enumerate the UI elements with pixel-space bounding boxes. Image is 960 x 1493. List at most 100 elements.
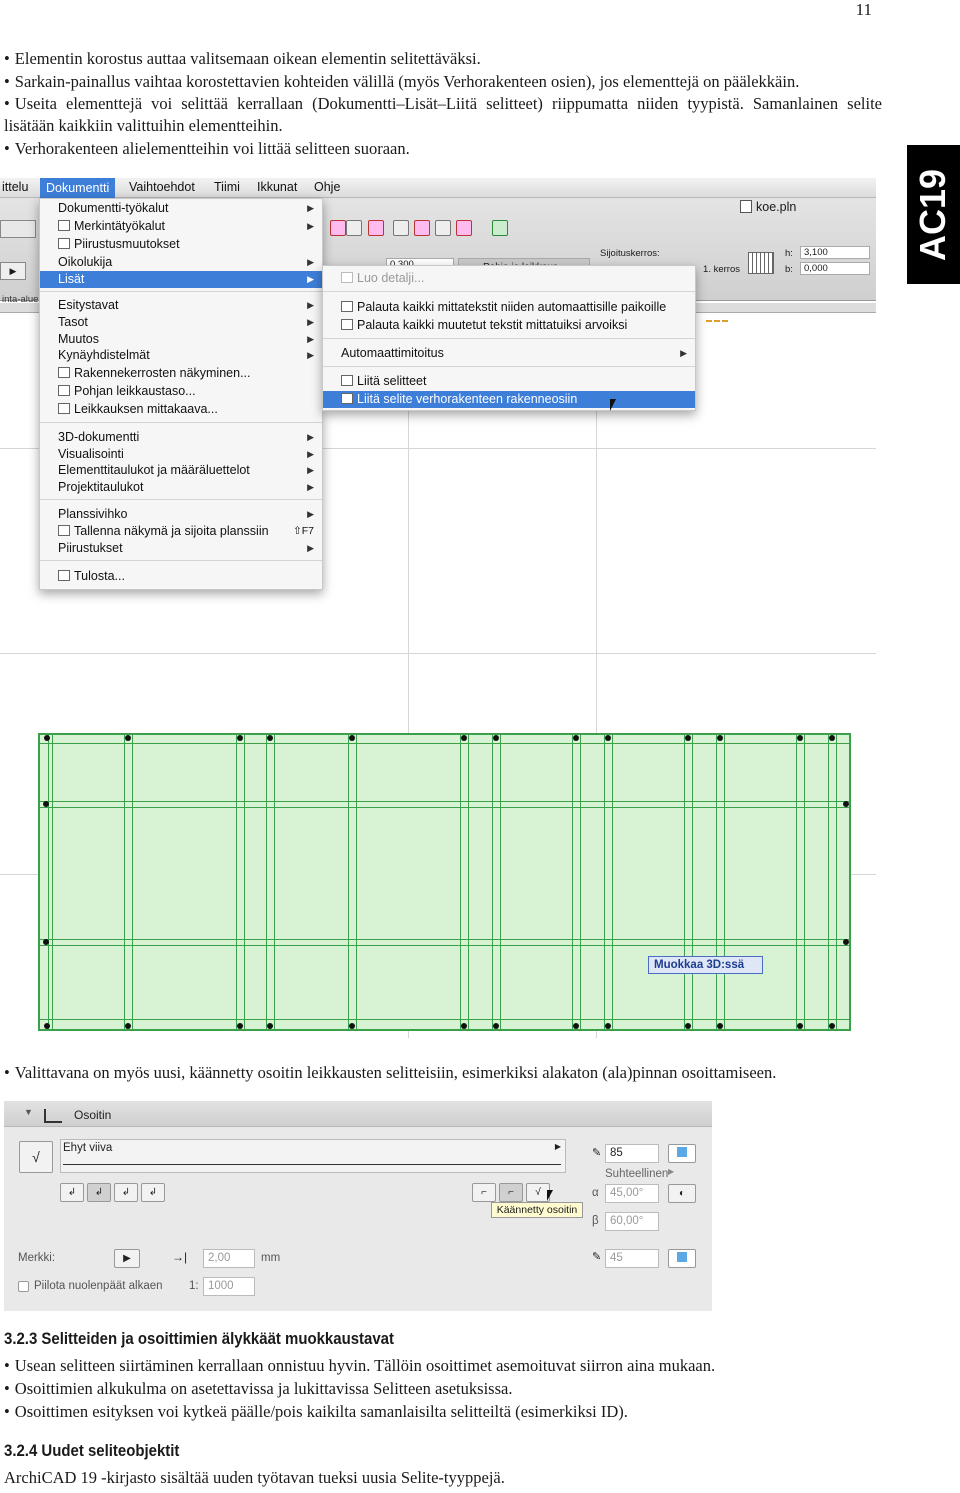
proportional-arrow-icon[interactable]: ▶ xyxy=(668,1167,674,1176)
collapse-triangle-icon[interactable]: ▼ xyxy=(24,1107,33,1117)
menu-item-elementtitaulukot[interactable]: Elementtitaulukot ja määräluettelot ▶ xyxy=(40,462,322,479)
node[interactable] xyxy=(797,735,803,741)
node[interactable] xyxy=(685,1023,691,1029)
menu-item-oikolukija[interactable]: Oikolukija ▶ xyxy=(40,254,322,271)
node[interactable] xyxy=(685,735,691,741)
tool-icon[interactable] xyxy=(414,220,430,236)
menu-item-tallenna-nakyma[interactable]: Tallenna näkymä ja sijoita planssiin ⇧F7 xyxy=(40,523,322,540)
menu-item-palauta-muutetut-tekstit[interactable]: Palauta kaikki muutetut tekstit mittatui… xyxy=(323,317,695,334)
menu-item-liita-selite-verhorakenteen[interactable]: Liitä selite verhorakenteen rakenneosiin xyxy=(323,391,695,408)
menu-item-planssivihko[interactable]: Planssivihko ▶ xyxy=(40,506,322,523)
menu-item-projektitaulukot[interactable]: Projektitaulukot ▶ xyxy=(40,479,322,496)
menu-item-esitystavat[interactable]: Esitystavat ▶ xyxy=(40,297,322,314)
tool-icon[interactable] xyxy=(456,220,472,236)
mullion xyxy=(724,735,725,1029)
curtain-wall[interactable] xyxy=(38,733,851,1031)
node[interactable] xyxy=(493,735,499,741)
menu-item-liita-selitteet[interactable]: Liitä selitteet xyxy=(323,373,695,390)
panel-header[interactable]: ▼ Osoitin xyxy=(4,1101,712,1127)
menu-item-automaattimitoitus[interactable]: Automaattimitoitus ▶ xyxy=(323,345,695,362)
node[interactable] xyxy=(237,735,243,741)
node[interactable] xyxy=(843,801,849,807)
menu-item-piirustusmuutokset[interactable]: Piirustusmuutokset xyxy=(40,236,322,253)
menu-item-lisat[interactable]: Lisät ▶ xyxy=(40,271,322,288)
node[interactable] xyxy=(349,735,355,741)
pen-field[interactable]: 85 xyxy=(605,1144,659,1163)
pointer-direction-button[interactable]: ⌐ xyxy=(472,1183,496,1202)
pointer-type-button[interactable]: ↲ xyxy=(141,1183,165,1202)
pen-color-swatch[interactable] xyxy=(668,1144,696,1163)
node[interactable] xyxy=(605,735,611,741)
node[interactable] xyxy=(267,735,273,741)
menu-tiimi[interactable]: Tiimi xyxy=(214,180,240,194)
menu-ohje[interactable]: Ohje xyxy=(314,180,340,194)
menu-item-pohjan-leikkaustaso[interactable]: Pohjan leikkaustaso... xyxy=(40,383,322,400)
menu-item-palauta-mittatekstit[interactable]: Palauta kaikki mittatekstit niiden autom… xyxy=(323,299,695,316)
node[interactable] xyxy=(605,1023,611,1029)
node[interactable] xyxy=(843,939,849,945)
pointer-direction-button[interactable]: ⌐ xyxy=(499,1183,523,1202)
marker-type-button[interactable]: ▶ xyxy=(114,1249,140,1268)
node[interactable] xyxy=(829,735,835,741)
node[interactable] xyxy=(125,1023,131,1029)
pointer-type-button[interactable]: ↲ xyxy=(60,1183,84,1202)
alpha-field[interactable]: 45,00° xyxy=(605,1184,659,1203)
menu-item-kynayhdistelmat[interactable]: Kynäyhdistelmät ▶ xyxy=(40,347,322,364)
beta-field[interactable]: 60,00° xyxy=(605,1212,659,1231)
menu-vaihtoehdot[interactable]: Vaihtoehdot xyxy=(129,180,195,194)
menu-ikkunat[interactable]: Ikkunat xyxy=(257,180,297,194)
marker-pen-field[interactable]: 45 xyxy=(605,1249,659,1268)
b-field[interactable]: 0,000 xyxy=(800,262,870,275)
node[interactable] xyxy=(573,735,579,741)
node[interactable] xyxy=(717,735,723,741)
pet-palette[interactable] xyxy=(0,220,36,238)
marker-pen-swatch[interactable] xyxy=(668,1249,696,1268)
menu-item-leikkauksen-mittakaava[interactable]: Leikkauksen mittakaava... xyxy=(40,401,322,418)
hide-arrowheads-checkbox[interactable] xyxy=(18,1281,29,1292)
pointer-shape-button[interactable]: √ xyxy=(19,1141,53,1173)
node[interactable] xyxy=(797,1023,803,1029)
tool-icon[interactable] xyxy=(435,220,451,236)
angle-lock-button[interactable]: ◐ xyxy=(668,1184,696,1203)
menu-item-3d-dokumentti[interactable]: 3D-dokumentti ▶ xyxy=(40,429,322,446)
node[interactable] xyxy=(461,735,467,741)
menu-ittelu[interactable]: ittelu xyxy=(2,180,28,194)
tool-icon[interactable] xyxy=(492,220,508,236)
menu-item-rakennekerrosten-nakyminen[interactable]: Rakennekerrosten näkyminen... xyxy=(40,365,322,382)
node[interactable] xyxy=(125,735,131,741)
menu-item-merkintatyokalut[interactable]: Merkintätyökalut ▶ xyxy=(40,218,322,235)
marker-size-field[interactable]: 2,00 xyxy=(203,1249,255,1268)
tool-icon[interactable] xyxy=(393,220,409,236)
play-icon[interactable]: ▶ xyxy=(0,262,26,280)
node[interactable] xyxy=(573,1023,579,1029)
mullion xyxy=(274,735,275,1029)
tool-icon[interactable] xyxy=(330,220,346,236)
node[interactable] xyxy=(44,735,50,741)
node[interactable] xyxy=(349,1023,355,1029)
menu-item-visualisointi[interactable]: Visualisointi ▶ xyxy=(40,446,322,463)
node[interactable] xyxy=(43,801,49,807)
h-field[interactable]: 3,100 xyxy=(800,246,870,259)
pointer-type-button[interactable]: ↲ xyxy=(114,1183,138,1202)
node[interactable] xyxy=(44,1023,50,1029)
node[interactable] xyxy=(267,1023,273,1029)
node[interactable] xyxy=(717,1023,723,1029)
menu-dokumentti[interactable]: Dokumentti xyxy=(40,178,116,198)
menu-item-tulosta[interactable]: Tulosta... xyxy=(40,568,322,585)
node[interactable] xyxy=(829,1023,835,1029)
edit-in-3d-tag[interactable]: Muokkaa 3D:ssä xyxy=(648,956,763,974)
node[interactable] xyxy=(493,1023,499,1029)
menu-item-muutos[interactable]: Muutos ▶ xyxy=(40,331,322,348)
layer-icon[interactable] xyxy=(748,252,774,274)
scale-field[interactable]: 1000 xyxy=(203,1277,255,1296)
node[interactable] xyxy=(461,1023,467,1029)
line-type-select[interactable]: Ehyt viiva ▶ xyxy=(60,1139,566,1173)
pointer-type-button[interactable]: ↲ xyxy=(87,1183,111,1202)
tool-icon[interactable] xyxy=(368,220,384,236)
node[interactable] xyxy=(237,1023,243,1029)
menu-item-tasot[interactable]: Tasot ▶ xyxy=(40,314,322,331)
menu-item-piirustukset[interactable]: Piirustukset ▶ xyxy=(40,540,322,557)
menu-item-dokumentti-tyokalut[interactable]: Dokumentti-työkalut ▶ xyxy=(40,200,322,217)
node[interactable] xyxy=(43,939,49,945)
tool-icon[interactable] xyxy=(346,220,362,236)
